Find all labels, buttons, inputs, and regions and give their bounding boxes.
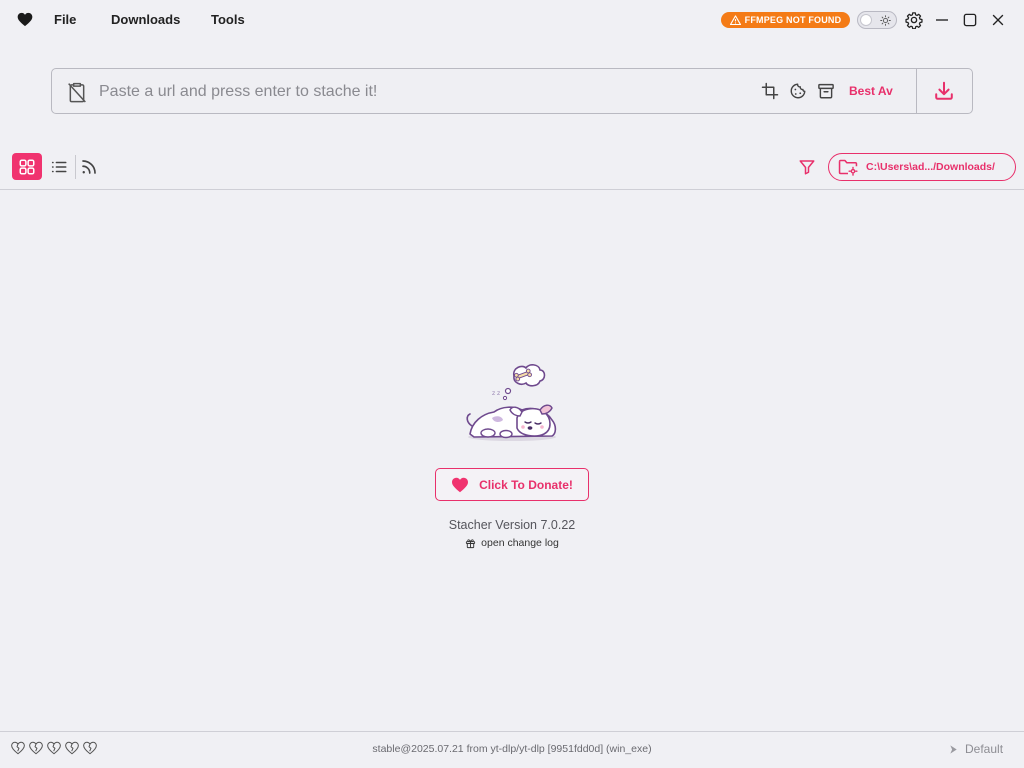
url-bar: Best Av: [51, 68, 973, 114]
download-folder-button[interactable]: C:\Users\ad.../Downloads/: [828, 153, 1016, 181]
svg-text:z z: z z: [492, 390, 500, 397]
heart-icon: [452, 477, 469, 492]
list-view-button[interactable]: [44, 153, 74, 180]
format-selector[interactable]: Best Av: [849, 84, 893, 98]
cookie-icon[interactable]: [789, 82, 807, 100]
toggle-knob: [860, 14, 872, 26]
content-divider: [0, 189, 1024, 190]
list-icon: [51, 161, 67, 172]
minimize-icon[interactable]: [933, 11, 951, 29]
ytdlp-version: stable@2025.07.21 from yt-dlp/yt-dlp [99…: [372, 743, 652, 755]
profile-selector[interactable]: Default: [948, 742, 1003, 756]
maximize-icon[interactable]: [961, 11, 979, 29]
sleeping-dog-mascot-image: z z: [466, 364, 557, 441]
changelog-label: open change log: [481, 537, 559, 549]
changelog-link[interactable]: open change log: [0, 537, 1024, 549]
menu-tools[interactable]: Tools: [211, 12, 245, 27]
ffmpeg-warning-badge[interactable]: FFMPEG NOT FOUND: [721, 12, 850, 28]
gear-icon[interactable]: [905, 11, 923, 29]
folder-settings-icon: [838, 159, 858, 176]
clipboard-off-icon[interactable]: [67, 81, 87, 103]
donate-label: Click To Donate!: [479, 477, 573, 492]
urlbar-divider: [916, 69, 917, 113]
sun-icon: [880, 15, 891, 26]
rss-view-button[interactable]: [74, 153, 104, 180]
download-icon[interactable]: [933, 80, 955, 102]
title-bar: File Downloads Tools FFMPEG NOT FOUND: [0, 0, 1024, 40]
crop-icon[interactable]: [761, 82, 779, 100]
chevron-right-icon: [950, 744, 957, 754]
grid-view-button[interactable]: [12, 153, 42, 180]
theme-toggle[interactable]: [857, 11, 897, 29]
gift-icon: [466, 538, 476, 548]
ffmpeg-warning-label: FFMPEG NOT FOUND: [744, 15, 842, 25]
archive-icon[interactable]: [817, 82, 835, 100]
app-version: Stacher Version 7.0.22: [448, 518, 576, 532]
footer-divider: [0, 731, 1024, 732]
profile-label: Default: [965, 742, 1004, 756]
grid-icon: [19, 159, 35, 174]
donate-button[interactable]: Click To Donate!: [435, 468, 589, 501]
filter-icon[interactable]: [798, 158, 816, 176]
warning-icon: [729, 15, 741, 25]
download-path: C:\Users\ad.../Downloads/: [866, 161, 995, 173]
rss-icon: [82, 159, 96, 174]
close-icon[interactable]: [989, 11, 1007, 29]
url-input[interactable]: [99, 79, 739, 105]
heart-icon[interactable]: [17, 12, 33, 27]
menu-downloads[interactable]: Downloads: [111, 12, 180, 27]
menu-file[interactable]: File: [54, 12, 76, 27]
